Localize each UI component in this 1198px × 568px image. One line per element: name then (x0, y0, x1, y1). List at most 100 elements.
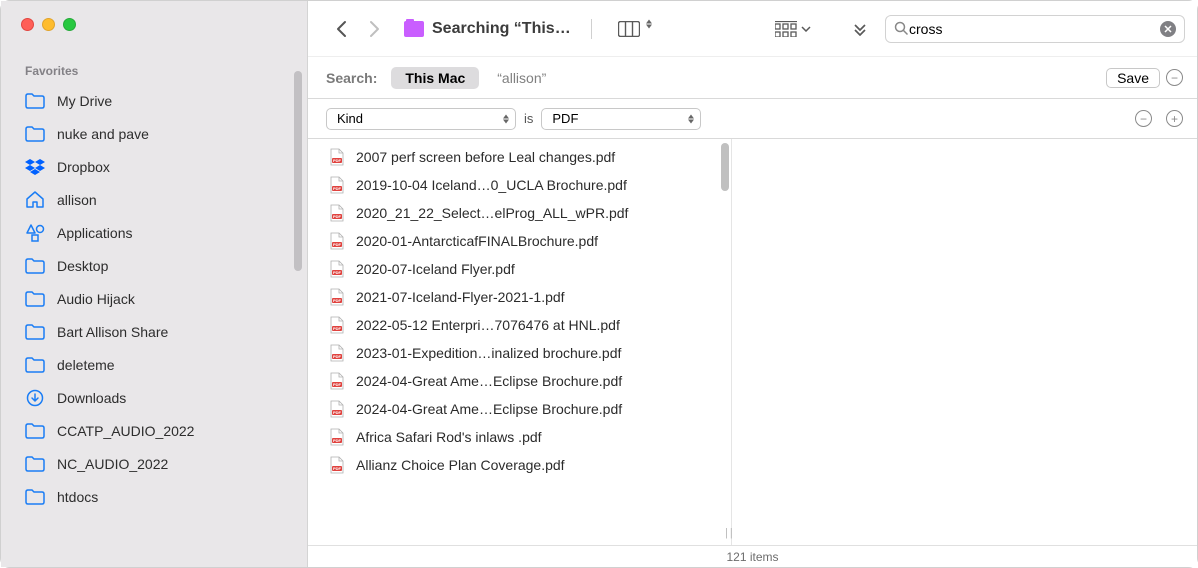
sidebar-item-my-drive[interactable]: My Drive (1, 84, 307, 117)
pdf-icon: PDF (328, 204, 346, 222)
result-item[interactable]: PDF 2019-10-04 Iceland…0_UCLA Brochure.pd… (308, 171, 731, 199)
dropbox-icon (25, 158, 45, 176)
add-criteria-button[interactable]: + (1166, 110, 1183, 127)
save-search-button[interactable]: Save (1106, 68, 1160, 88)
main-panel: Searching “This… (308, 1, 1197, 567)
apps-icon (25, 224, 45, 242)
pdf-icon: PDF (328, 456, 346, 474)
folder-icon (25, 125, 45, 143)
pdf-icon: PDF (328, 176, 346, 194)
sidebar-item-htdocs[interactable]: htdocs (1, 480, 307, 513)
pdf-icon: PDF (328, 288, 346, 306)
sidebar-item-applications[interactable]: Applications (1, 216, 307, 249)
remove-criteria-button[interactable]: − (1135, 110, 1152, 127)
sidebar-item-label: Audio Hijack (57, 291, 135, 307)
preview-pane (732, 139, 1197, 545)
folder-icon (25, 290, 45, 308)
search-icon (894, 21, 909, 36)
sidebar-item-audio-hijack[interactable]: Audio Hijack (1, 282, 307, 315)
sidebar-item-desktop[interactable]: Desktop (1, 249, 307, 282)
svg-text:PDF: PDF (333, 270, 342, 275)
svg-text:PDF: PDF (333, 466, 342, 471)
pdf-icon: PDF (328, 316, 346, 334)
result-item[interactable]: PDF 2023-01-Expedition…inalized brochure.… (308, 339, 731, 367)
location-title: Searching “This… (404, 20, 571, 38)
minimize-window-button[interactable] (42, 18, 55, 31)
sidebar-item-label: NC_AUDIO_2022 (57, 456, 168, 472)
result-item[interactable]: PDF Africa Safari Rod's inlaws .pdf (308, 423, 731, 451)
svg-text:PDF: PDF (333, 242, 342, 247)
file-name: 2019-10-04 Iceland…0_UCLA Brochure.pdf (356, 177, 627, 193)
svg-text:PDF: PDF (333, 214, 342, 219)
forward-button[interactable] (358, 13, 390, 45)
file-name: Africa Safari Rod's inlaws .pdf (356, 429, 542, 445)
favorites-header: Favorites (1, 31, 307, 84)
pdf-icon: PDF (328, 344, 346, 362)
results-list[interactable]: PDF2007 perf screen before Leal changes.… (308, 139, 732, 545)
home-icon (25, 191, 45, 209)
criteria-bar: Kind is PDF − + (308, 99, 1197, 139)
file-name: 2021-07-Iceland-Flyer-2021-1.pdf (356, 289, 565, 305)
file-name: 2024-04-Great Ame…Eclipse Brochure.pdf (356, 373, 622, 389)
view-columns-button[interactable] (612, 21, 658, 37)
search-input[interactable] (909, 21, 1160, 37)
sidebar-item-label: CCATP_AUDIO_2022 (57, 423, 194, 439)
downloads-icon (25, 389, 45, 407)
result-item[interactable]: PDF 2020-01-AntarcticafFINALBrochure.pdf (308, 227, 731, 255)
pdf-icon: PDF (328, 148, 346, 166)
sidebar-item-label: nuke and pave (57, 126, 149, 142)
result-item[interactable]: PDF Allianz Choice Plan Coverage.pdf (308, 451, 731, 479)
item-count: 121 items (726, 550, 778, 564)
sidebar-item-deleteme[interactable]: deleteme (1, 348, 307, 381)
file-name: 2020-01-AntarcticafFINALBrochure.pdf (356, 233, 598, 249)
group-by-button[interactable] (769, 21, 817, 37)
file-name: 2022-05-12 Enterpri…7076476 at HNL.pdf (356, 317, 620, 333)
window-title: Searching “This… (432, 20, 571, 38)
results-scrollbar[interactable] (721, 143, 729, 191)
sidebar-item-ccatp-audio-2022[interactable]: CCATP_AUDIO_2022 (1, 414, 307, 447)
file-name: 2023-01-Expedition…inalized brochure.pdf (356, 345, 621, 361)
result-item[interactable]: PDF2024-04-Great Ame…Eclipse Brochure.pd… (308, 367, 731, 395)
sidebar-item-label: deleteme (57, 357, 115, 373)
sidebar-item-label: Downloads (57, 390, 126, 406)
result-item[interactable]: PDF2020_21_22_Select…elProg_ALL_wPR.pdf (308, 199, 731, 227)
sidebar-scrollbar[interactable] (294, 71, 302, 271)
column-resize-handle[interactable]: || (725, 527, 735, 539)
sidebar-item-label: Dropbox (57, 159, 110, 175)
sidebar-item-bart-allison-share[interactable]: Bart Allison Share (1, 315, 307, 348)
scope-this-mac[interactable]: This Mac (391, 67, 479, 89)
sidebar-item-dropbox[interactable]: Dropbox (1, 150, 307, 183)
svg-text:PDF: PDF (333, 326, 342, 331)
svg-text:PDF: PDF (333, 438, 342, 443)
result-item[interactable]: PDF 2022-05-12 Enterpri…7076476 at HNL.pd… (308, 311, 731, 339)
sidebar-item-nc-audio-2022[interactable]: NC_AUDIO_2022 (1, 447, 307, 480)
file-name: Allianz Choice Plan Coverage.pdf (356, 457, 565, 473)
criteria-attribute-select[interactable]: Kind (326, 108, 516, 130)
overflow-button[interactable] (845, 22, 875, 36)
result-item[interactable]: PDF 2021-07-Iceland-Flyer-2021-1.pdf (308, 283, 731, 311)
result-item[interactable]: PDF2024-04-Great Ame…Eclipse Brochure.pd… (308, 395, 731, 423)
result-item[interactable]: PDF2020-07-Iceland Flyer.pdf (308, 255, 731, 283)
back-button[interactable] (326, 13, 358, 45)
folder-icon (25, 323, 45, 341)
folder-icon (25, 488, 45, 506)
sidebar-item-nuke-and-pave[interactable]: nuke and pave (1, 117, 307, 150)
search-field[interactable] (885, 15, 1185, 43)
criteria-value-select[interactable]: PDF (541, 108, 701, 130)
window-controls (1, 1, 307, 31)
remove-scope-button[interactable]: − (1166, 69, 1183, 86)
svg-text:PDF: PDF (333, 158, 342, 163)
file-name: 2024-04-Great Ame…Eclipse Brochure.pdf (356, 401, 622, 417)
sidebar-item-label: Bart Allison Share (57, 324, 168, 340)
toolbar: Searching “This… (308, 1, 1197, 57)
result-item[interactable]: PDF2007 perf screen before Leal changes.… (308, 143, 731, 171)
sidebar-item-downloads[interactable]: Downloads (1, 381, 307, 414)
close-window-button[interactable] (21, 18, 34, 31)
clear-search-button[interactable] (1160, 21, 1176, 37)
zoom-window-button[interactable] (63, 18, 76, 31)
scope-allison[interactable]: “allison” (497, 70, 546, 86)
scope-label: Search: (326, 70, 377, 86)
folder-icon (25, 455, 45, 473)
sidebar-item-label: Applications (57, 225, 133, 241)
sidebar-item-allison[interactable]: allison (1, 183, 307, 216)
